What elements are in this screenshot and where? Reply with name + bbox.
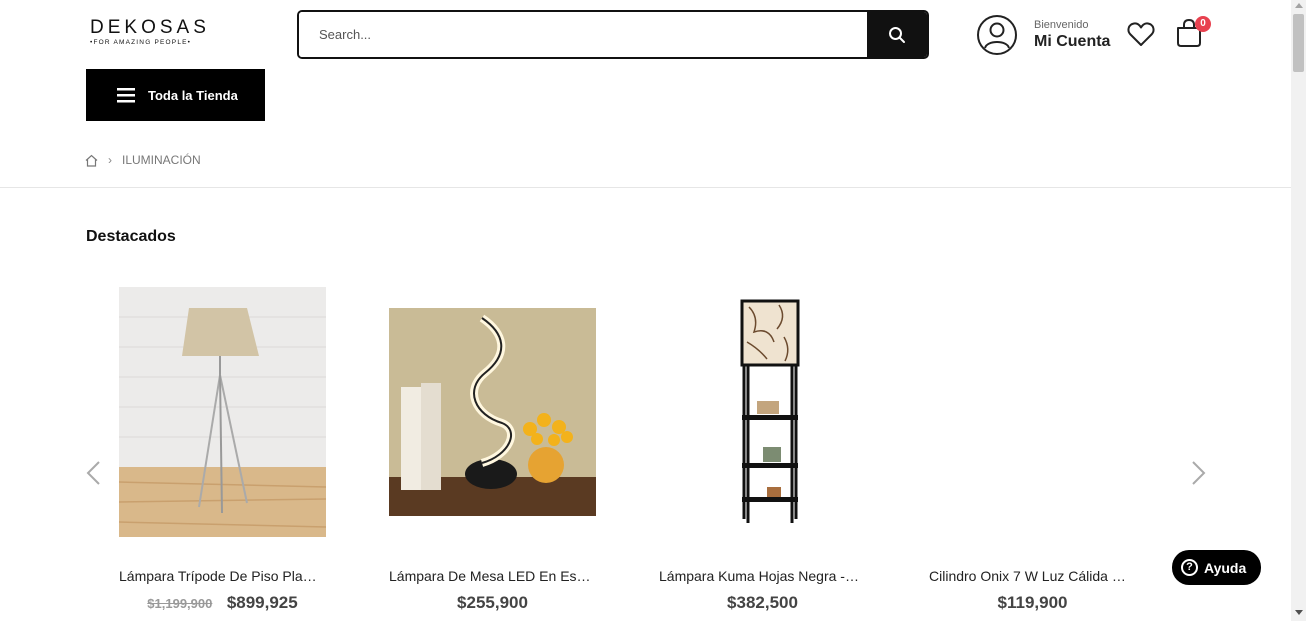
search-input[interactable] <box>299 12 867 57</box>
user-icon <box>977 15 1017 55</box>
product-name[interactable]: Lámpara Trípode De Piso Pla… <box>119 568 334 584</box>
scrollbar[interactable] <box>1291 0 1306 621</box>
scrollbar-thumb[interactable] <box>1293 14 1304 72</box>
all-store-menu-button[interactable]: Toda la Tienda <box>86 69 265 121</box>
chevron-right-icon[interactable] <box>1188 460 1208 486</box>
product-price: $119,900 <box>997 593 1068 612</box>
product-image[interactable] <box>929 287 1136 537</box>
product-card[interactable]: Lámpara De Mesa LED En Es… $255,900 <box>389 287 596 612</box>
product-price: $255,900 <box>457 593 528 612</box>
chevron-left-icon[interactable] <box>84 460 104 486</box>
account-link[interactable]: Bienvenido Mi Cuenta <box>976 14 1110 56</box>
search-icon <box>889 26 905 43</box>
logo-text: DEKOSAS <box>90 17 210 38</box>
logo[interactable]: DEKOSAS •FOR AMAZING PEOPLE• <box>90 17 210 47</box>
account-label: Mi Cuenta <box>1034 32 1111 50</box>
breadcrumb: › ILUMINACIÓN <box>85 153 201 167</box>
all-store-label: Toda la Tienda <box>148 87 238 103</box>
product-card[interactable]: Lámpara Kuma Hojas Negra -… $382,500 <box>659 287 866 612</box>
wishlist-button[interactable] <box>1127 21 1155 52</box>
scroll-up-arrow-icon[interactable] <box>1295 3 1303 8</box>
product-image[interactable] <box>389 287 596 537</box>
product-price: $382,500 <box>727 593 798 612</box>
product-prices: $255,900 <box>389 593 596 613</box>
heart-icon <box>1127 22 1155 46</box>
product-card[interactable]: Lámpara Trípode De Piso Pla… $1,199,900 … <box>119 287 326 612</box>
product-prices: $382,500 <box>659 593 866 613</box>
cart-count-badge: 0 <box>1195 16 1211 32</box>
product-price: $899,925 <box>226 593 298 612</box>
home-icon[interactable] <box>85 154 98 167</box>
product-prices: $1,199,900 $899,925 <box>119 593 326 613</box>
chevron-right-icon: › <box>108 153 112 167</box>
logo-tagline: •FOR AMAZING PEOPLE• <box>90 39 192 46</box>
page: DEKOSAS •FOR AMAZING PEOPLE• Bienvenido … <box>0 0 1306 621</box>
product-prices: $119,900 <box>929 593 1136 613</box>
hamburger-icon <box>117 87 135 102</box>
product-name[interactable]: Lámpara De Mesa LED En Es… <box>389 568 604 584</box>
product-image[interactable] <box>659 287 866 537</box>
question-icon: ? <box>1181 559 1198 576</box>
search-bar <box>297 10 929 59</box>
help-label: Ayuda <box>1204 559 1247 576</box>
section-title: Destacados <box>86 228 176 245</box>
help-button[interactable]: ? Ayuda <box>1172 550 1261 585</box>
divider <box>0 187 1291 188</box>
breadcrumb-current: ILUMINACIÓN <box>122 153 201 167</box>
search-button[interactable] <box>867 12 927 57</box>
account-greeting: Bienvenido <box>1034 18 1089 31</box>
product-name[interactable]: Lámpara Kuma Hojas Negra -… <box>659 568 874 584</box>
product-image[interactable] <box>119 287 326 537</box>
product-name[interactable]: Cilindro Onix 7 W Luz Cálida … <box>929 568 1144 584</box>
scroll-down-arrow-icon[interactable] <box>1295 610 1303 615</box>
product-old-price: $1,199,900 <box>147 596 213 611</box>
product-card[interactable]: Cilindro Onix 7 W Luz Cálida … $119,900 <box>929 287 1136 612</box>
